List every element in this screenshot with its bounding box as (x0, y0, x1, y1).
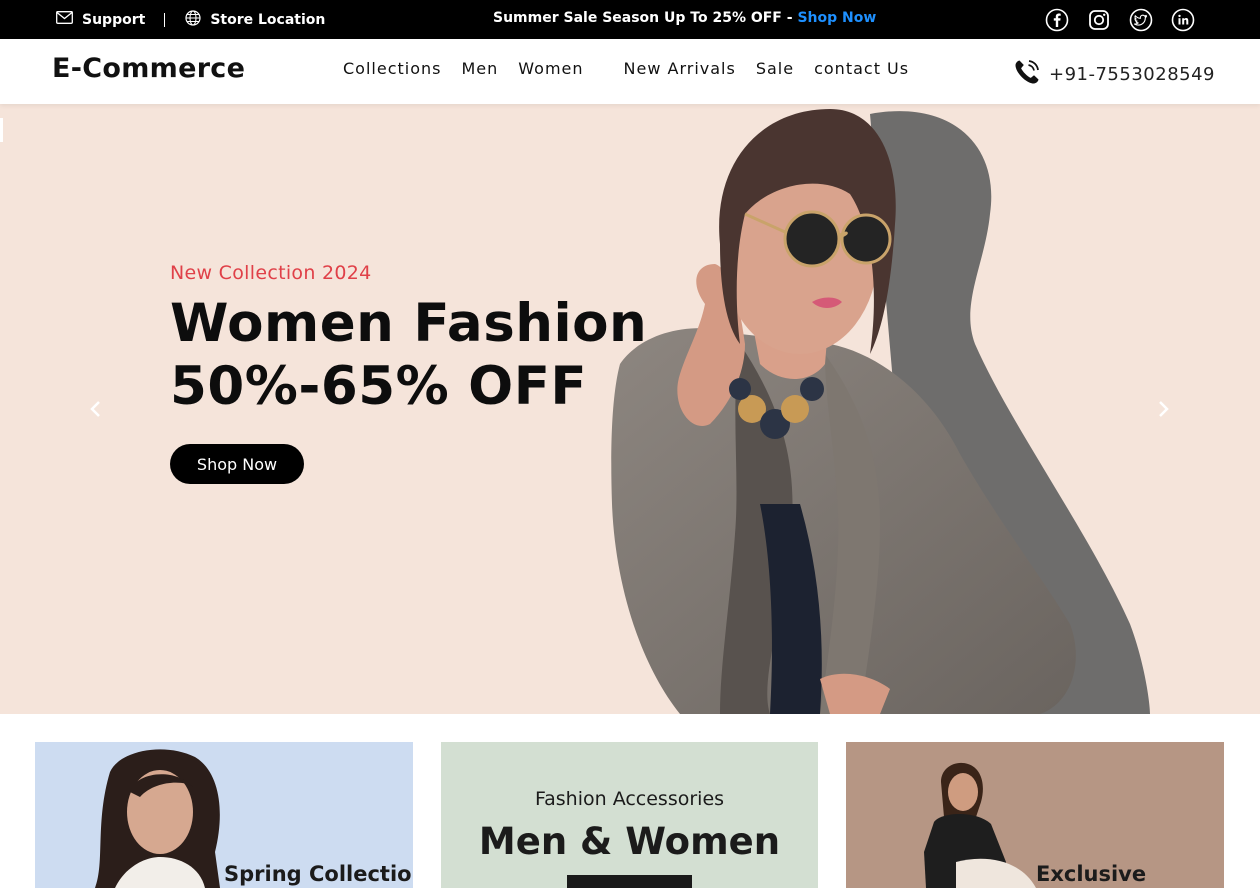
facebook-icon[interactable] (1045, 8, 1069, 32)
announcement-bar: Support Store Location Summer Sale Seaso… (0, 0, 1260, 39)
hero-title: Women Fashion 50%-65% OFF (170, 292, 647, 418)
chevron-right-icon (1159, 401, 1169, 417)
site-header: E-Commerce Collections Men Women New Arr… (0, 39, 1260, 104)
spring-collection-label: Spring Collection (224, 862, 413, 886)
accessories-title: Men & Women (478, 820, 781, 863)
store-location-link[interactable]: Store Location (185, 9, 326, 30)
topbar-links: Support Store Location (56, 0, 325, 39)
hero-eyebrow: New Collection 2024 (170, 262, 372, 284)
fashion-accessories-card[interactable]: Fashion Accessories Men & Women (441, 742, 818, 888)
nav-collections[interactable]: Collections (343, 59, 441, 78)
hero-shop-now-button[interactable]: Shop Now (170, 444, 304, 484)
nav-sale[interactable]: Sale (756, 59, 794, 78)
phone-icon (1012, 57, 1042, 92)
linkedin-icon[interactable] (1171, 8, 1195, 32)
category-cards: Spring Collection Fashion Accessories Me… (0, 714, 1260, 888)
phone-contact[interactable]: +91-7553028549 (1012, 57, 1215, 92)
exclusive-image (846, 742, 1224, 888)
instagram-icon[interactable] (1087, 8, 1111, 32)
spring-collection-card[interactable]: Spring Collection (35, 742, 413, 888)
hero-title-line-2: 50%-65% OFF (170, 356, 588, 417)
announcement-shop-now-link[interactable]: Shop Now (797, 10, 876, 26)
hero-banner: New Collection 2024 Women Fashion 50%-65… (0, 104, 1260, 714)
main-nav: Collections Men Women New Arrivals Sale … (343, 59, 929, 78)
store-location-label: Store Location (210, 11, 326, 28)
social-links (1045, 8, 1195, 32)
topbar-divider (164, 12, 166, 27)
nav-women[interactable]: Women (518, 59, 583, 78)
carousel-next-button[interactable] (1154, 397, 1174, 421)
support-link[interactable]: Support (56, 11, 145, 28)
phone-number: +91-7553028549 (1049, 64, 1216, 85)
brand-logo[interactable]: E-Commerce (52, 53, 245, 84)
slide-indicator (0, 118, 3, 142)
hero-title-line-1: Women Fashion (170, 293, 648, 354)
mail-icon (56, 11, 73, 28)
chevron-left-icon (90, 401, 100, 417)
support-label: Support (82, 11, 146, 28)
accessories-shop-button[interactable] (567, 875, 692, 888)
nav-contact-us[interactable]: contact Us (814, 59, 909, 78)
nav-men[interactable]: Men (461, 59, 498, 78)
nav-new-arrivals[interactable]: New Arrivals (624, 59, 736, 78)
twitter-icon[interactable] (1129, 8, 1153, 32)
accessories-kicker: Fashion Accessories (534, 788, 725, 810)
globe-icon (185, 9, 201, 30)
exclusive-card[interactable]: Exclusive (846, 742, 1224, 888)
carousel-prev-button[interactable] (85, 397, 105, 421)
announcement-text: Summer Sale Season Up To 25% OFF - (493, 9, 798, 26)
sale-announcement: Summer Sale Season Up To 25% OFF - Shop … (493, 0, 876, 35)
exclusive-label: Exclusive (1036, 862, 1147, 886)
